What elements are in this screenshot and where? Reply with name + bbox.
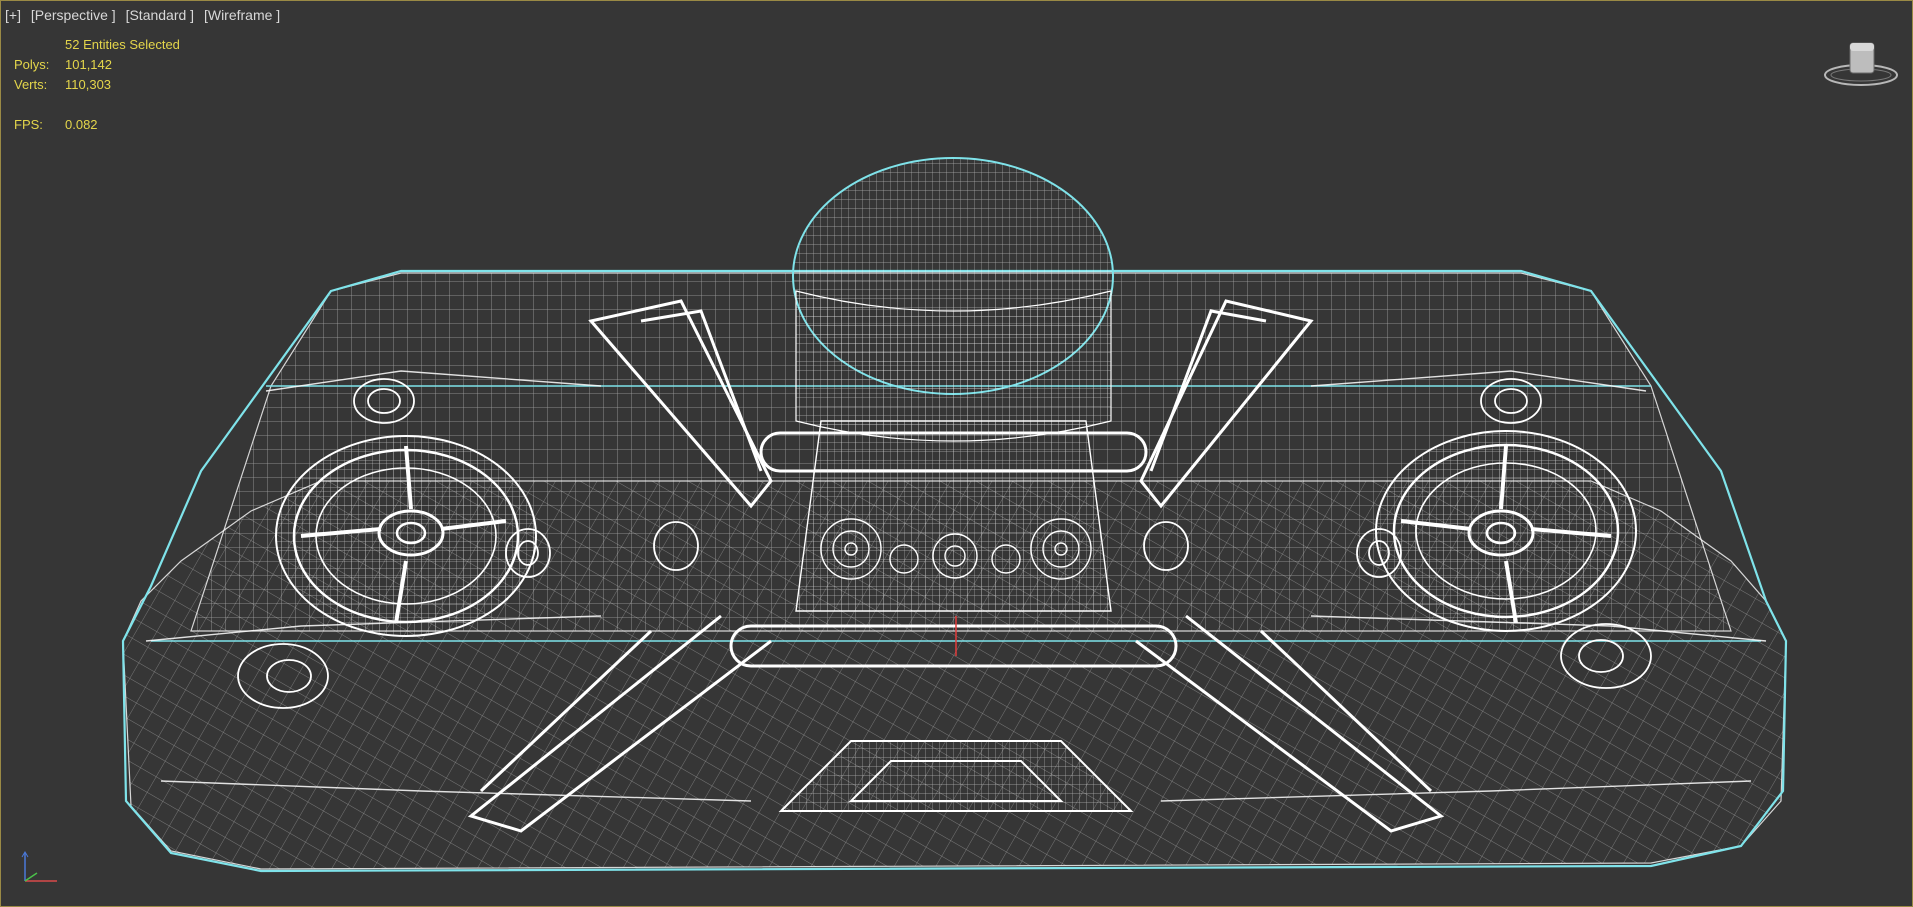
- right-speaker: [1375, 430, 1637, 632]
- center-column-mesh: [795, 420, 1112, 612]
- perspective-viewport[interactable]: [+] [Perspective ] [Standard ] [Wirefram…: [0, 0, 1913, 907]
- viewcube-icon[interactable]: [1821, 37, 1901, 89]
- left-speaker: [275, 435, 537, 637]
- axis-tripod-icon: [21, 851, 57, 882]
- dome-base: [795, 290, 1112, 442]
- wireframe-model[interactable]: [1, 1, 1913, 907]
